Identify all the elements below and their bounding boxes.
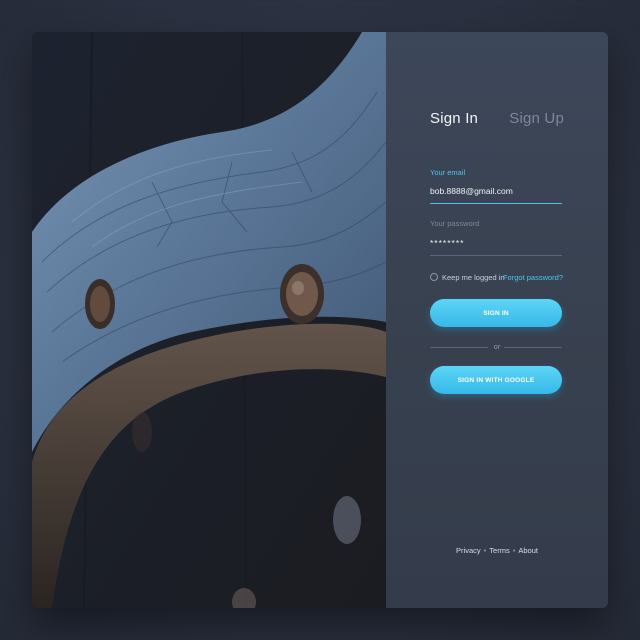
sign-in-button[interactable]: SIGN IN xyxy=(430,299,562,327)
privacy-link[interactable]: Privacy xyxy=(456,546,481,555)
about-link[interactable]: About xyxy=(518,546,538,555)
email-label: Your email xyxy=(430,168,466,177)
password-underline xyxy=(430,255,562,256)
footer-links: Privacy • Terms • About xyxy=(386,546,608,555)
divider-right xyxy=(504,347,562,348)
email-field[interactable] xyxy=(430,182,562,200)
keep-logged-in-label: Keep me logged in xyxy=(442,273,505,282)
terms-link[interactable]: Terms xyxy=(489,546,509,555)
footer-separator: • xyxy=(512,546,516,555)
page-background: Sign In Sign Up Your email Your password… xyxy=(0,0,640,640)
forgot-password-link[interactable]: Forgot password? xyxy=(503,273,563,282)
keep-logged-in-checkbox[interactable] xyxy=(430,273,438,281)
tab-sign-in[interactable]: Sign In xyxy=(430,110,478,127)
password-label: Your password xyxy=(430,219,480,228)
login-card: Sign In Sign Up Your email Your password… xyxy=(32,32,608,608)
email-underline xyxy=(430,203,562,204)
password-field[interactable] xyxy=(430,234,562,252)
sign-in-with-google-button[interactable]: SIGN IN WITH GOOGLE xyxy=(430,366,562,394)
wooden-hinge-illustration xyxy=(32,32,386,608)
divider-left xyxy=(430,347,488,348)
hero-photo xyxy=(32,32,386,608)
or-divider-text: or xyxy=(493,342,501,351)
signin-panel: Sign In Sign Up Your email Your password… xyxy=(386,32,608,608)
tab-sign-up[interactable]: Sign Up xyxy=(509,110,564,127)
footer-separator: • xyxy=(483,546,487,555)
